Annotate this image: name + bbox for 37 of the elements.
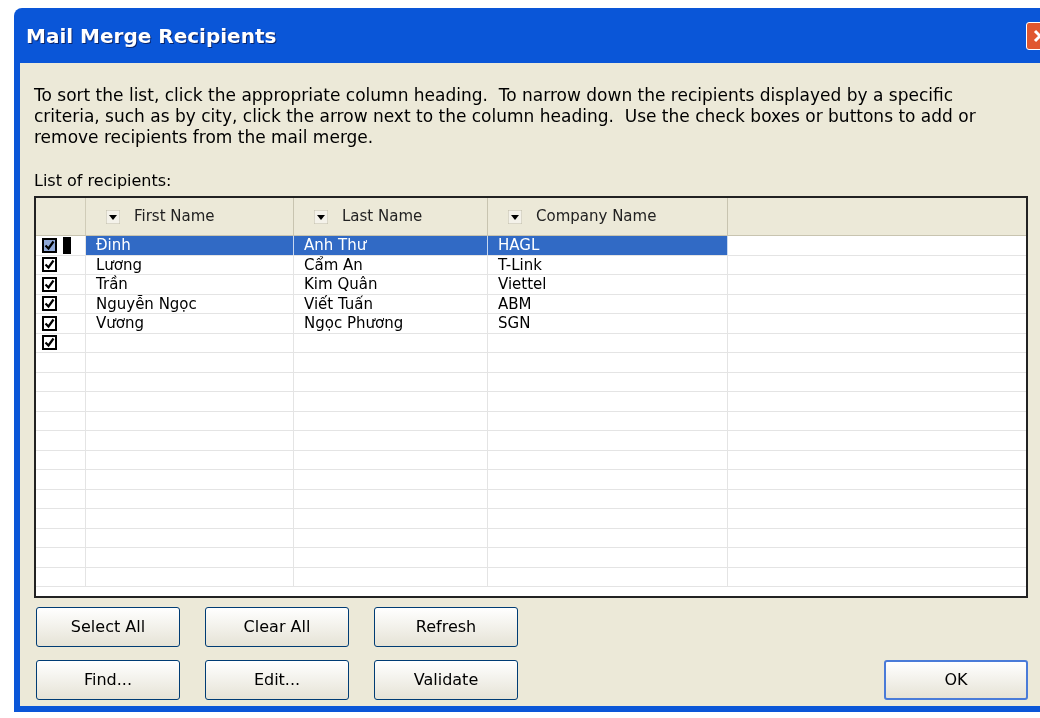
column-header[interactable]: First Name — [86, 198, 294, 235]
table-cell[interactable]: Trần — [86, 275, 294, 294]
table-cell[interactable]: Đinh — [86, 236, 294, 255]
dropdown-arrow-icon[interactable] — [106, 209, 120, 224]
list-label: List of recipients: — [34, 170, 172, 191]
table-cell[interactable]: Viettel — [488, 275, 728, 294]
column-header[interactable]: Last Name — [294, 198, 488, 235]
table-cell[interactable]: Ngọc Phương — [294, 314, 488, 333]
checkbox[interactable] — [42, 237, 57, 253]
table-cell[interactable]: Anh Thư — [294, 236, 488, 255]
checkbox[interactable] — [42, 296, 57, 312]
window-title: Mail Merge Recipients — [26, 22, 277, 50]
checkbox[interactable] — [42, 315, 57, 331]
checkbox[interactable] — [42, 335, 57, 351]
checkbox[interactable] — [42, 257, 57, 273]
action-button[interactable]: Edit... — [205, 660, 349, 700]
instructions-text: To sort the list, click the appropriate column heading. To narrow down the recipients displayed by a specific criteria, such as by city, click the arrow next to the column heading. Use the check boxes or buttons to add or remove recipients from the mail merge. — [34, 85, 977, 148]
table-cell[interactable]: Cẩm An — [294, 255, 488, 274]
dropdown-arrow-icon[interactable] — [314, 209, 328, 224]
dropdown-arrow-icon[interactable] — [508, 209, 522, 224]
ok-button[interactable]: OK — [884, 660, 1028, 700]
table-cell[interactable]: Viết Tuấn — [294, 294, 488, 313]
table-cell[interactable]: Vương — [86, 314, 294, 333]
column-header[interactable]: Company Name — [488, 198, 728, 235]
action-button[interactable]: Validate — [374, 660, 518, 700]
action-button[interactable]: Refresh — [374, 607, 518, 647]
table-cell[interactable]: HAGL — [488, 236, 728, 255]
checkbox[interactable] — [42, 276, 57, 292]
table-cell[interactable]: Kim Quân — [294, 275, 488, 294]
table-cell[interactable]: ABM — [488, 294, 728, 313]
table-cell[interactable]: SGN — [488, 314, 728, 333]
table-cell[interactable]: Lương — [86, 255, 294, 274]
table-cell[interactable]: T-Link — [488, 255, 728, 274]
action-button[interactable]: Find... — [36, 660, 180, 700]
action-button[interactable]: Clear All — [205, 607, 349, 647]
action-button[interactable]: Select All — [36, 607, 180, 647]
table-cell[interactable]: Nguyễn Ngọc — [86, 294, 294, 313]
